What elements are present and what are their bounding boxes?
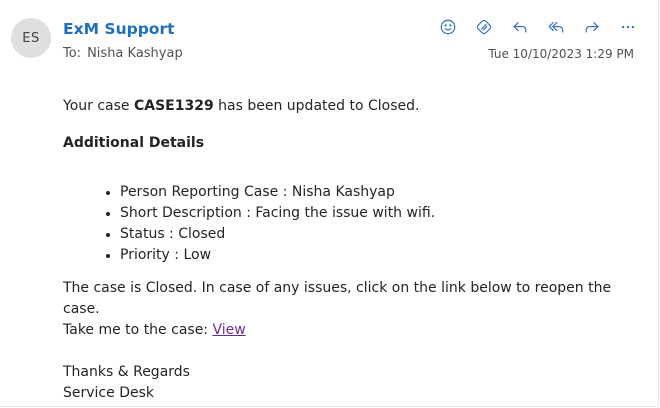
list-item: Priority : Low [106,245,643,266]
loop-icon[interactable] [472,15,496,39]
message-toolbar [436,15,640,39]
recipient-line: To: Nisha Kashyap [63,46,183,61]
details-heading: Additional Details [63,135,205,151]
sent-date: Tue 10/10/2023 1:29 PM [488,47,634,61]
smiley-icon[interactable] [436,15,460,39]
email-reading-pane: ES ExM Support To: Nisha Kashyap Tue 10/… [0,0,659,407]
avatar[interactable]: ES [11,18,51,58]
recipient-name[interactable]: Nisha Kashyap [87,46,183,61]
sender-name[interactable]: ExM Support [63,20,175,38]
to-label: To: [63,46,82,61]
case-link-line: Take me to the case: View [63,320,643,341]
more-icon[interactable] [616,15,640,39]
link-prefix: Take me to the case: [63,322,213,338]
reply-icon[interactable] [508,15,532,39]
message-body: Your case CASE1329 has been updated to C… [63,96,643,404]
intro-prefix: Your case [63,98,134,114]
reply-all-icon[interactable] [544,15,568,39]
signature: Thanks & Regards Service Desk [63,362,643,404]
case-number: CASE1329 [133,98,214,114]
forward-icon[interactable] [580,15,604,39]
signoff-team: Service Desk [63,385,154,401]
intro-line: Your case CASE1329 has been updated to C… [63,96,643,117]
closed-notice: The case is Closed. In case of any issue… [63,280,612,317]
details-list: Person Reporting Case : Nisha Kashyap Sh… [63,182,643,266]
list-item: Status : Closed [106,224,643,245]
view-case-link[interactable]: View [212,322,245,338]
signoff-line: Thanks & Regards [63,364,190,380]
closing-paragraph: The case is Closed. In case of any issue… [63,278,643,341]
list-item: Short Description : Facing the issue wit… [106,203,643,224]
intro-suffix: has been updated to Closed. [213,98,420,114]
list-item: Person Reporting Case : Nisha Kashyap [106,182,643,203]
